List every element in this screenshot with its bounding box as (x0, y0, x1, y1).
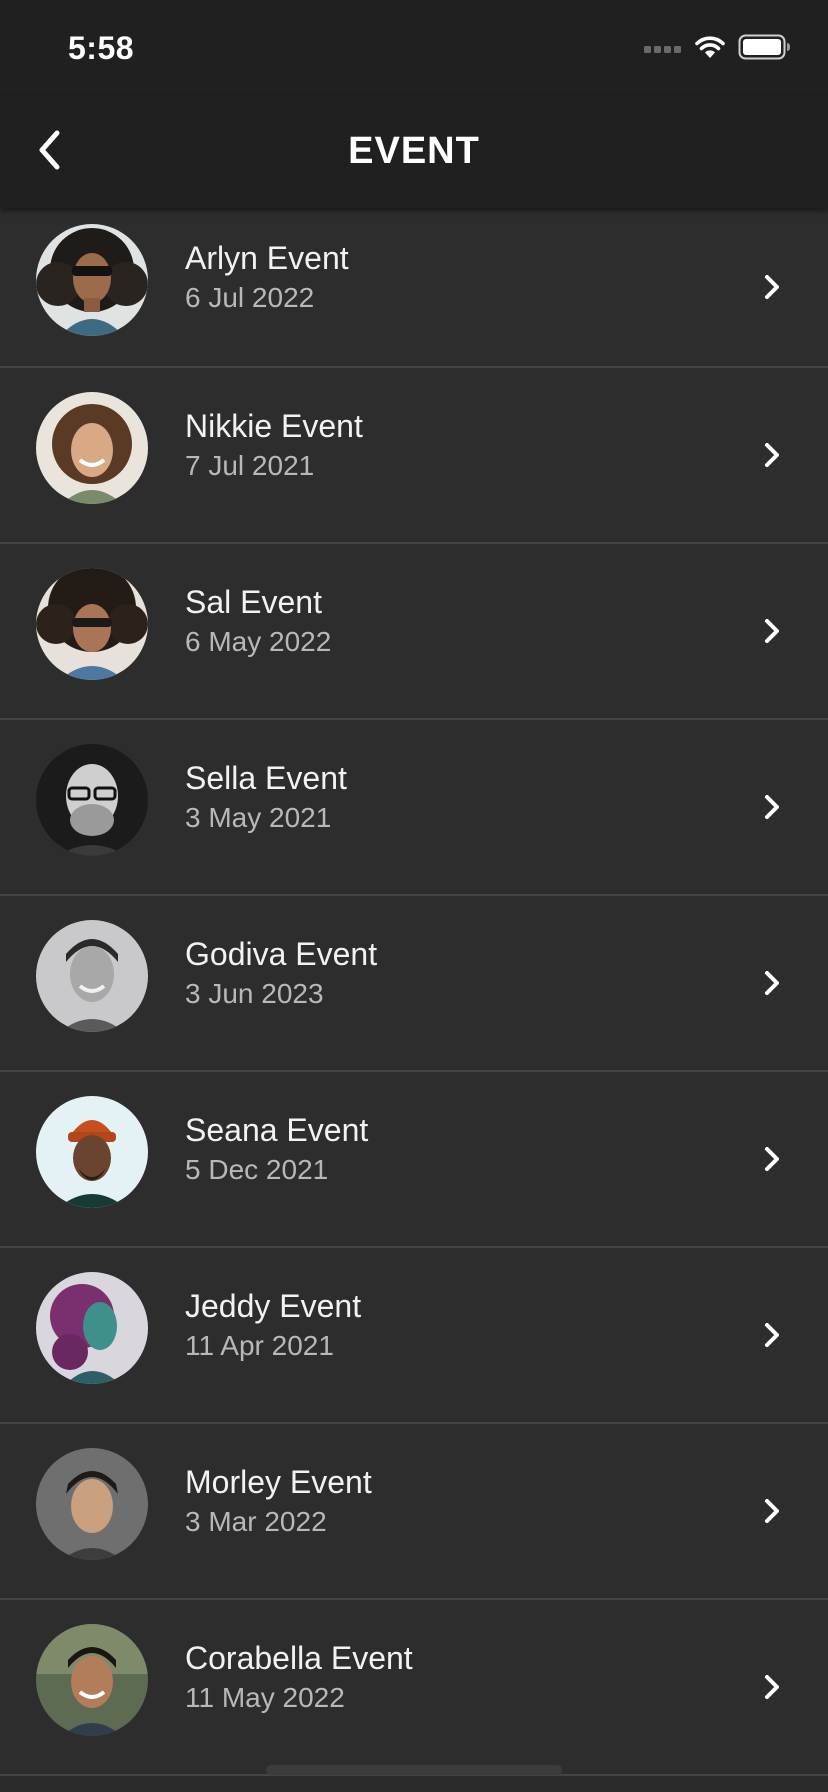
chevron-right-icon (765, 1675, 779, 1699)
avatar (36, 1624, 148, 1736)
event-name: Corabella Event (185, 1640, 413, 1676)
event-row[interactable]: Sal Event 6 May 2022 (0, 544, 828, 720)
event-row[interactable]: Sella Event 3 May 2021 (0, 720, 828, 896)
event-date: 11 Apr 2021 (185, 1330, 334, 1361)
event-date: 5 Dec 2021 (185, 1154, 329, 1185)
chevron-right-icon (765, 971, 779, 995)
event-name: Sal Event (185, 584, 322, 620)
event-date: 11 May 2022 (185, 1682, 345, 1713)
nav-bar: EVENT (0, 96, 828, 208)
event-name: Morley Event (185, 1464, 372, 1500)
event-row[interactable]: Godiva Event 3 Jun 2023 (0, 896, 828, 1072)
avatar (36, 224, 148, 336)
chevron-right-icon (765, 619, 779, 643)
event-row[interactable]: Morley Event 3 Mar 2022 (0, 1424, 828, 1600)
event-list: Arlyn Event 6 Jul 2022 Nikkie Event 7 Ju… (0, 208, 828, 1776)
chevron-right-icon (765, 1323, 779, 1347)
chevron-right-icon (765, 1499, 779, 1523)
page-title: EVENT (348, 130, 480, 172)
event-date: 7 Jul 2021 (185, 450, 315, 481)
wifi-icon (694, 34, 726, 65)
event-date: 3 May 2021 (185, 802, 332, 833)
event-row[interactable]: Corabella Event 11 May 2022 (0, 1600, 828, 1776)
event-row[interactable]: Jeddy Event 11 Apr 2021 (0, 1248, 828, 1424)
avatar (36, 568, 148, 680)
event-name: Godiva Event (185, 936, 378, 972)
battery-icon (738, 34, 792, 65)
avatar (36, 920, 148, 1032)
chevron-right-icon (765, 1147, 779, 1171)
event-name: Sella Event (185, 760, 347, 796)
cellular-dots-icon (644, 41, 682, 59)
home-indicator[interactable] (266, 1765, 562, 1775)
chevron-right-icon (765, 795, 779, 819)
status-icons (644, 34, 792, 65)
event-name: Arlyn Event (185, 240, 349, 276)
event-date: 3 Jun 2023 (185, 978, 324, 1009)
avatar (36, 1096, 148, 1208)
event-row[interactable]: Nikkie Event 7 Jul 2021 (0, 368, 828, 544)
event-row[interactable]: Arlyn Event 6 Jul 2022 (0, 208, 828, 368)
event-date: 6 Jul 2022 (185, 282, 315, 313)
avatar (36, 1448, 148, 1560)
avatar (36, 744, 148, 856)
event-row[interactable]: Seana Event 5 Dec 2021 (0, 1072, 828, 1248)
chevron-right-icon (765, 275, 779, 299)
status-bar: 5:58 (0, 0, 828, 96)
chevron-right-icon (765, 443, 779, 467)
status-time: 5:58 (68, 30, 135, 66)
event-name: Nikkie Event (185, 408, 363, 444)
event-date: 6 May 2022 (185, 626, 332, 657)
event-name: Seana Event (185, 1112, 369, 1148)
avatar (36, 1272, 148, 1384)
event-name: Jeddy Event (185, 1288, 362, 1324)
event-date: 3 Mar 2022 (185, 1506, 327, 1537)
avatar (36, 392, 148, 504)
